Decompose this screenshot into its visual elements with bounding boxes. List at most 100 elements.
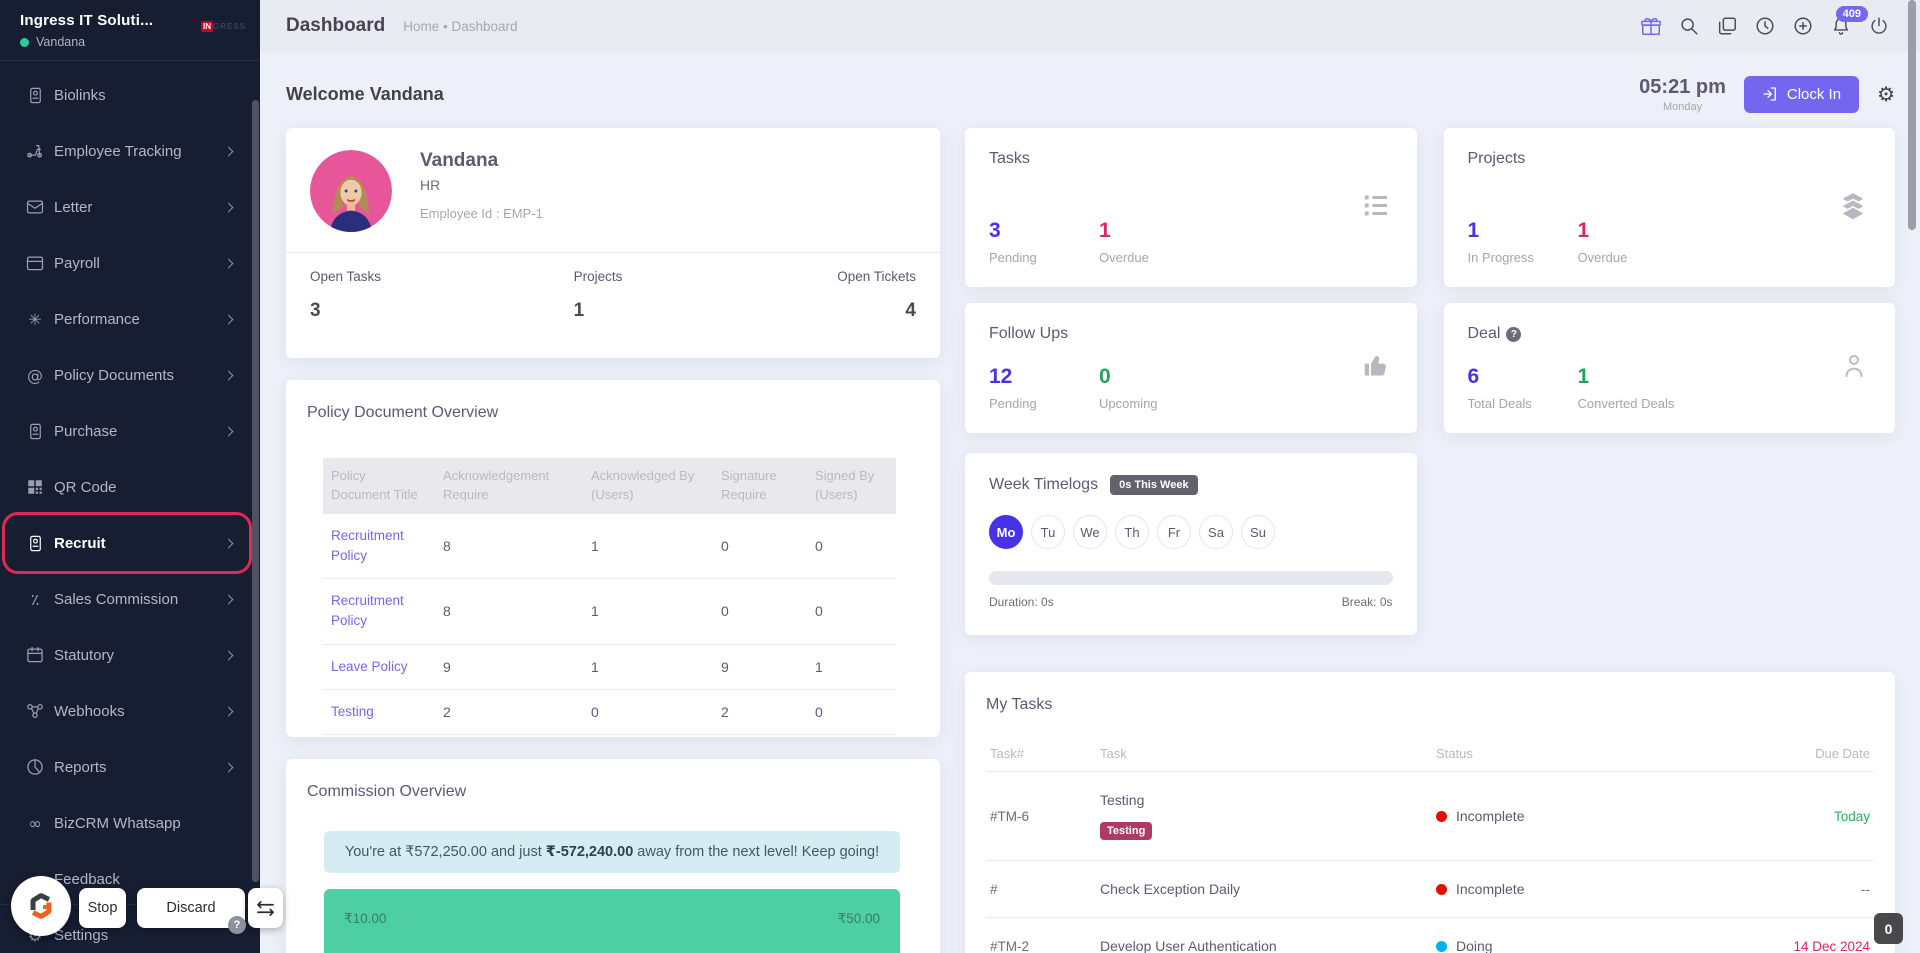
chevron-right-icon	[223, 762, 234, 772]
power-icon[interactable]	[1868, 15, 1890, 37]
metric-pending: 3 Pending	[989, 219, 1037, 265]
sidebar-item-qr-code[interactable]: QR Code	[0, 463, 260, 511]
sidebar-item-statutory[interactable]: Statutory	[0, 631, 260, 679]
commission-progress-bar: ₹10.00 ₹50.00	[324, 889, 900, 953]
id-badge-icon	[24, 534, 46, 553]
copy-icon[interactable]	[1716, 15, 1738, 37]
sidebar-item-reports[interactable]: Reports	[0, 743, 260, 791]
stop-button[interactable]: Stop	[79, 888, 126, 928]
policy-link[interactable]: Testing	[323, 690, 435, 734]
sidebar-item-recruit[interactable]: Recruit	[0, 512, 260, 574]
brand-logo: IN GRESS	[200, 21, 246, 32]
status-dot-icon	[1436, 940, 1447, 952]
task-row: #TM-6 Testing Testing Incomplete Today	[986, 772, 1874, 861]
day-mo[interactable]: Mo	[989, 515, 1023, 549]
swap-button[interactable]	[248, 888, 283, 928]
day-th[interactable]: Th	[1115, 515, 1149, 549]
sidebar-item-performance[interactable]: ✳ Performance	[0, 295, 260, 343]
policy-link[interactable]: Recruitment Policy	[323, 514, 435, 579]
clock-icon[interactable]	[1754, 15, 1776, 37]
deal-card: Deal? 6 Total Deals 1 Converted Deals	[1443, 303, 1895, 433]
commission-bar-max: ₹50.00	[837, 911, 880, 926]
day-tu[interactable]: Tu	[1031, 515, 1065, 549]
recorder-logo-button[interactable]	[11, 876, 71, 936]
sidebar-scrollbar[interactable]	[252, 100, 259, 882]
sidebar-item-sales-commission[interactable]: ٪ Sales Commission	[0, 575, 260, 623]
task-name: Check Exception Daily	[1100, 881, 1241, 897]
chevron-right-icon	[223, 258, 234, 268]
task-due-date: 14 Dec 2024	[1793, 938, 1870, 953]
policy-table-row: Leave Policy 9 1 9 1	[323, 645, 896, 690]
time-value: 05:21 pm	[1639, 75, 1726, 98]
task-name: Develop User Authentication	[1100, 938, 1277, 953]
task-row: #TM-2 Develop User Authentication Doing …	[986, 918, 1874, 953]
my-tasks-card: My Tasks Task# Task Status Due Date #TM-…	[965, 672, 1895, 953]
search-icon[interactable]	[1678, 15, 1700, 37]
page-scrollbar[interactable]	[1908, 0, 1916, 230]
policy-link[interactable]: Recruitment Policy	[323, 579, 435, 644]
metric-pending: 12 Pending	[989, 365, 1037, 411]
plus-circle-icon[interactable]	[1792, 15, 1814, 37]
task-id: #TM-6	[990, 808, 1030, 824]
gift-icon[interactable]	[1640, 15, 1662, 37]
policy-link[interactable]: Leave Policy	[323, 645, 435, 689]
chevron-right-icon	[223, 202, 234, 212]
sidebar-item-payroll[interactable]: Payroll	[0, 239, 260, 287]
commission-overview-card: Commission Overview You're at ₹572,250.0…	[286, 759, 940, 953]
break-label: Break: 0s	[1341, 595, 1393, 609]
welcome-heading: Welcome Vandana	[286, 83, 444, 104]
chevron-right-icon	[223, 594, 234, 604]
card-title: Week Timelogs	[989, 476, 1099, 493]
chevron-right-icon	[223, 538, 234, 548]
id-badge-icon	[24, 422, 46, 441]
sidebar-item-bizcrm-whatsapp[interactable]: ∞ BizCRM Whatsapp	[0, 799, 260, 847]
recorder-help-icon[interactable]: ?	[228, 916, 246, 934]
week-days: Mo Tu We Th Fr Sa Su	[989, 515, 1393, 549]
panel-icon	[24, 253, 46, 273]
projects-card: Projects 1 In Progress 1 Overdue	[1443, 128, 1895, 287]
help-icon[interactable]: ?	[1506, 327, 1522, 342]
deal-title: Deal?	[1468, 325, 1872, 343]
dashboard-settings-gear-icon[interactable]: ⚙	[1877, 82, 1895, 106]
welcome-row: Welcome Vandana 05:21 pm Monday Clock In…	[286, 60, 1895, 128]
day-we[interactable]: We	[1073, 515, 1107, 549]
week-timelogs-card: Week Timelogs 0s This Week Mo Tu We Th F…	[965, 453, 1417, 635]
breadcrumb: Home • Dashboard	[403, 18, 518, 34]
sidebar-item-purchase[interactable]: Purchase	[0, 407, 260, 455]
day-fr[interactable]: Fr	[1157, 515, 1191, 549]
day-sa[interactable]: Sa	[1199, 515, 1233, 549]
policy-table-row: Recruitment Policy 8 1 0 0	[323, 579, 896, 645]
policy-table-row: Testing 2 0 2 0	[323, 690, 896, 736]
sidebar-item-employee-tracking[interactable]: Employee Tracking	[0, 127, 260, 175]
login-icon	[1763, 87, 1776, 101]
task-status: Incomplete	[1432, 869, 1762, 909]
scooter-icon	[24, 141, 46, 161]
sidebar-item-biolinks[interactable]: Biolinks	[0, 71, 260, 119]
stat-projects: Projects 1	[573, 269, 623, 321]
metric-total-deals: 6 Total Deals	[1467, 365, 1532, 411]
task-status: Doing	[1432, 926, 1762, 953]
card-title: Commission Overview	[307, 783, 467, 800]
clock-in-button[interactable]: Clock In	[1743, 75, 1860, 113]
sidebar-item-policy-documents[interactable]: @ Policy Documents	[0, 351, 260, 399]
current-time: 05:21 pm Monday	[1639, 76, 1726, 113]
main-content: Welcome Vandana 05:21 pm Monday Clock In…	[260, 52, 1920, 953]
my-tasks-header: Task# Task Status Due Date	[986, 736, 1874, 772]
policy-icon: @	[27, 365, 43, 385]
profile-role: HR	[420, 177, 441, 193]
commission-alert: You're at ₹572,250.00 and just ₹-572,240…	[324, 831, 900, 873]
bell-icon[interactable]: 409	[1830, 6, 1868, 37]
policy-document-overview-card: Policy Document Overview Policy Document…	[286, 380, 940, 737]
metric-upcoming: 0 Upcoming	[1099, 365, 1158, 411]
sidebar-item-webhooks[interactable]: Webhooks	[0, 687, 260, 735]
stat-open-tasks: Open Tasks 3	[310, 269, 382, 321]
topbar: Dashboard Home • Dashboard 409	[260, 0, 1920, 52]
day-su[interactable]: Su	[1241, 515, 1275, 549]
workspace-header[interactable]: Ingress IT Soluti... Vandana IN GRESS	[0, 0, 260, 61]
chevron-right-icon	[223, 314, 234, 324]
day-name: Monday	[1662, 100, 1703, 113]
stat-open-tickets: Open Tickets 4	[837, 269, 916, 321]
policy-table: Policy Document Title Acknowledgement Re…	[323, 458, 896, 736]
sidebar-item-letter[interactable]: Letter	[0, 183, 260, 231]
person-icon	[1839, 351, 1869, 386]
